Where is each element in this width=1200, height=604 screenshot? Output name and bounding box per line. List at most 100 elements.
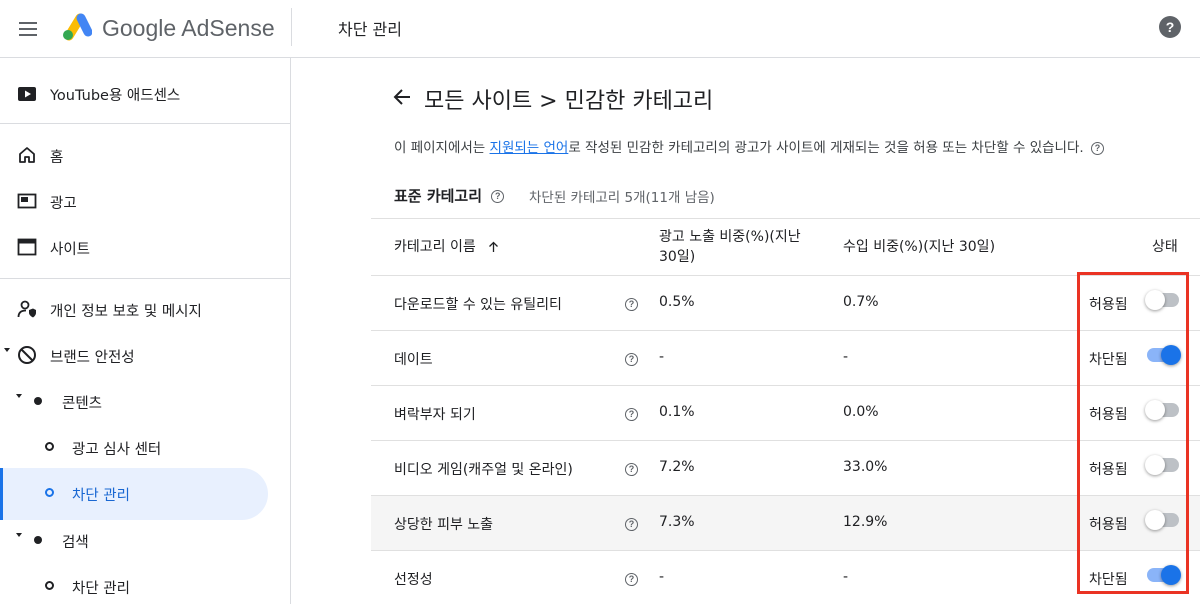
- sidebar-item-label: 광고: [50, 196, 77, 212]
- privacy-icon: [17, 300, 36, 318]
- sidebar-item-ads[interactable]: 광고: [0, 178, 291, 224]
- sidebar-item-search[interactable]: 검색: [0, 517, 291, 563]
- status-label: 차단됨: [1089, 352, 1128, 368]
- sidebar-item-youtube[interactable]: YouTube용 애드센스: [0, 70, 291, 116]
- impression-share: 0.1%: [659, 404, 695, 420]
- category-toggle[interactable]: [1145, 455, 1181, 475]
- impression-share: 7.2%: [659, 459, 695, 475]
- sidebar-divider: [0, 278, 291, 279]
- help-icon[interactable]: ?: [491, 190, 505, 203]
- brand-name: Google AdSense: [102, 15, 275, 41]
- sidebar-item-label: 콘텐츠: [62, 396, 103, 412]
- help-icon[interactable]: ?: [625, 463, 638, 476]
- sidebar-item-sites[interactable]: 사이트: [0, 224, 291, 270]
- sidebar-item-home[interactable]: 홈: [0, 132, 291, 178]
- category-toggle[interactable]: [1145, 510, 1181, 530]
- revenue-share: 0.0%: [843, 404, 879, 420]
- topbar-divider: [291, 8, 292, 46]
- ads-icon: [17, 193, 37, 209]
- column-header-category[interactable]: 카테고리 이름: [394, 236, 499, 256]
- category-name: 다운로드할 수 있는 유틸리티: [394, 297, 562, 313]
- status-label: 허용됨: [1089, 297, 1128, 313]
- sidebar-item-label: YouTube용 애드센스: [50, 88, 181, 104]
- back-arrow-icon[interactable]: [391, 86, 413, 108]
- status-label: 차단됨: [1089, 572, 1128, 588]
- help-icon[interactable]: ?: [625, 518, 638, 531]
- sidebar-item-content[interactable]: 콘텐츠: [0, 378, 291, 424]
- help-icon[interactable]: ?: [625, 353, 638, 366]
- category-toggle[interactable]: [1145, 345, 1181, 365]
- sidebar-item-label: 검색: [62, 535, 89, 551]
- bullet-icon: [34, 397, 42, 405]
- sidebar-divider: [0, 123, 291, 124]
- top-page-title: 차단 관리: [338, 20, 402, 39]
- sidebar-item-blocking-controls-search[interactable]: 차단 관리: [0, 563, 291, 604]
- table-row: [371, 551, 1200, 604]
- category-name: 데이트: [394, 352, 433, 368]
- youtube-icon: [18, 87, 36, 101]
- revenue-share: 33.0%: [843, 459, 888, 475]
- help-icon[interactable]: ?: [1090, 141, 1104, 155]
- block-icon: [18, 346, 36, 364]
- menu-icon[interactable]: [16, 17, 40, 41]
- blocked-count-summary: 차단된 카테고리 5개(11개 남음): [529, 190, 715, 206]
- help-icon[interactable]: ?: [1159, 16, 1181, 38]
- revenue-share: -: [843, 349, 849, 365]
- bullet-icon: [34, 536, 42, 544]
- chevron-down-icon[interactable]: [16, 394, 22, 398]
- sidebar-item-label: 홈: [50, 150, 64, 166]
- page-title: 모든 사이트 > 민감한 카테고리: [424, 89, 714, 114]
- impression-share: 0.5%: [659, 294, 695, 310]
- bullet-icon: [45, 488, 54, 497]
- status-label: 허용됨: [1089, 462, 1128, 478]
- impression-share: -: [659, 349, 665, 365]
- category-toggle[interactable]: [1145, 565, 1181, 585]
- sidebar-item-privacy[interactable]: 개인 정보 보호 및 메시지: [0, 286, 291, 332]
- sort-ascending-icon[interactable]: [488, 241, 499, 253]
- page-description: 이 페이지에서는 지원되는 언어로 작성된 민감한 카테고리의 광고가 사이트에…: [394, 136, 1104, 156]
- sites-icon: [17, 238, 37, 256]
- chevron-down-icon[interactable]: [16, 533, 22, 537]
- revenue-share: 12.9%: [843, 514, 888, 530]
- revenue-share: 0.7%: [843, 294, 879, 310]
- sidebar-item-label: 차단 관리: [72, 581, 130, 597]
- sidebar-item-brand-safety[interactable]: 브랜드 안전성: [0, 332, 291, 378]
- chevron-down-icon[interactable]: [4, 348, 10, 352]
- section-title: 표준 카테고리 ?: [394, 185, 505, 206]
- table-row: [371, 496, 1200, 551]
- column-header-status: 상태: [1152, 239, 1178, 255]
- column-header-revenue: 수입 비중(%)(지난 30일): [843, 239, 996, 255]
- sidebar: YouTube용 애드센스 홈 광고 사이트 개인 정보 보호 및 메시지 브랜…: [0, 58, 291, 604]
- category-name: 선정성: [394, 572, 433, 588]
- bullet-icon: [45, 442, 54, 451]
- sidebar-item-label: 사이트: [50, 242, 91, 258]
- home-icon: [19, 147, 35, 163]
- table-row: [371, 331, 1200, 386]
- column-header-impressions: 광고 노출 비중(%)(지난 30일): [659, 229, 801, 265]
- table-divider: [371, 218, 1200, 219]
- top-app-bar: Google AdSense 차단 관리 ?: [0, 0, 1200, 58]
- category-toggle[interactable]: [1145, 400, 1181, 420]
- table-row: [371, 386, 1200, 441]
- sidebar-item-label: 차단 관리: [72, 488, 130, 504]
- category-name: 벼락부자 되기: [394, 407, 476, 423]
- sidebar-item-label: 브랜드 안전성: [50, 350, 135, 366]
- sidebar-item-label: 개인 정보 보호 및 메시지: [50, 304, 202, 320]
- status-label: 허용됨: [1089, 407, 1128, 423]
- sidebar-item-ad-review-center[interactable]: 광고 심사 센터: [0, 424, 291, 470]
- adsense-logo-icon: [63, 13, 92, 41]
- category-name: 비디오 게임(캐주얼 및 온라인): [394, 462, 573, 478]
- impression-share: 7.3%: [659, 514, 695, 530]
- status-label: 허용됨: [1089, 517, 1128, 533]
- impression-share: -: [659, 569, 665, 585]
- help-icon[interactable]: ?: [625, 298, 638, 311]
- help-icon[interactable]: ?: [625, 573, 638, 586]
- category-name: 상당한 피부 노출: [394, 517, 494, 533]
- sidebar-item-blocking-controls-content[interactable]: 차단 관리: [0, 470, 291, 516]
- sidebar-item-label: 광고 심사 센터: [72, 442, 162, 458]
- bullet-icon: [45, 581, 54, 590]
- supported-languages-link[interactable]: 지원되는 언어: [490, 140, 569, 156]
- help-icon[interactable]: ?: [625, 408, 638, 421]
- revenue-share: -: [843, 569, 849, 585]
- category-toggle[interactable]: [1145, 290, 1181, 310]
